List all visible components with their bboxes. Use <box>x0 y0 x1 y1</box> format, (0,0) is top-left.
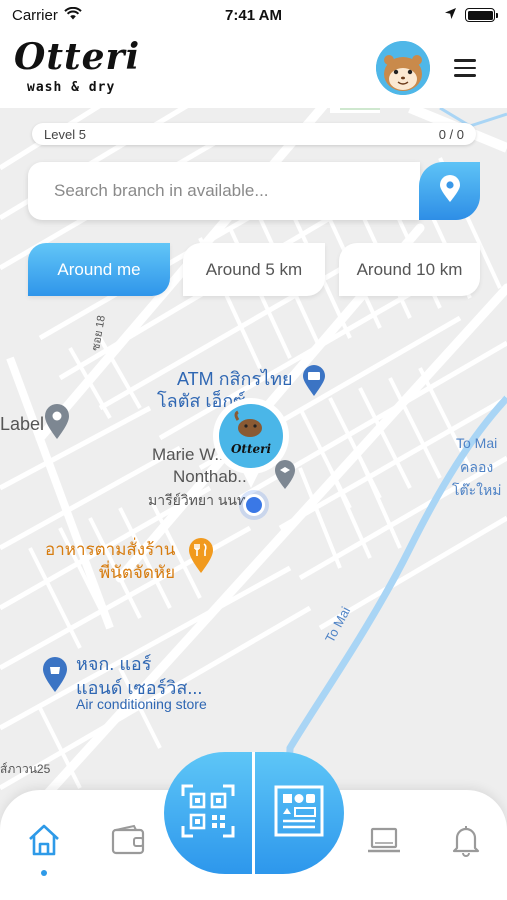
hamster-avatar[interactable] <box>376 41 430 95</box>
home-icon[interactable] <box>24 820 64 860</box>
qr-scan-icon <box>179 782 237 845</box>
map-label-aircon-3: Air conditioning store <box>76 696 207 712</box>
level-progress-bar: Level 5 0 / 0 <box>32 123 476 145</box>
bell-icon[interactable] <box>446 820 486 860</box>
shop-pin-icon[interactable] <box>42 657 68 698</box>
search-location-button[interactable] <box>419 162 480 220</box>
status-right <box>444 7 498 24</box>
poi-pin-icon[interactable] <box>44 404 70 445</box>
carrier-label: Carrier <box>12 6 58 24</box>
map-label-canal-3: โต๊ะใหม่ <box>452 482 502 498</box>
level-label: Level 5 <box>44 126 86 142</box>
chip-around-5km[interactable]: Around 5 km <box>183 243 325 296</box>
qr-scan-button[interactable] <box>164 752 252 874</box>
chip-around-me[interactable]: Around me <box>28 243 170 296</box>
map-label-canal-1: To Mai <box>456 435 498 451</box>
laptop-icon[interactable] <box>364 820 404 860</box>
location-pin-icon <box>439 174 461 208</box>
map-label-soi-bottom: ส์ภาวน25 <box>0 762 51 776</box>
current-location-dot <box>243 494 265 516</box>
map-label-left: Label <box>0 414 45 434</box>
map-label-marie-3: มารีย์วิทยา นนท... <box>148 492 258 508</box>
branch-marker[interactable]: Otteri <box>208 398 294 490</box>
battery-fill <box>467 10 493 20</box>
wallet-icon[interactable] <box>108 820 148 860</box>
app-logo-title: Otteri <box>14 36 141 78</box>
search-box <box>28 162 420 220</box>
wifi-icon <box>64 6 82 24</box>
level-progress-value: 0 / 0 <box>438 126 464 142</box>
map-label-canal-2: คลอง <box>460 459 494 475</box>
home-active-dot <box>41 870 47 876</box>
app-logo-subtitle: wash & dry <box>27 80 116 95</box>
hamburger-menu-icon[interactable] <box>450 54 480 82</box>
map-label-food-2: พี่นัตจัดหัย <box>99 563 176 582</box>
branch-search-input[interactable] <box>28 162 420 220</box>
app-header: Otteri wash & dry <box>0 30 507 108</box>
center-action-pill <box>164 752 344 874</box>
menu-board-button[interactable] <box>255 752 343 874</box>
restaurant-pin-icon[interactable] <box>188 538 214 579</box>
battery-icon <box>465 8 498 22</box>
location-arrow-icon <box>444 7 457 24</box>
status-time: 7:41 AM <box>225 6 282 24</box>
svg-text:Otteri: Otteri <box>231 442 271 456</box>
carrier-group: Carrier <box>12 6 82 24</box>
atm-pin-icon[interactable] <box>302 365 326 402</box>
chip-around-10km[interactable]: Around 10 km <box>339 243 480 296</box>
status-bar: Carrier 7:41 AM <box>0 0 507 30</box>
menu-board-icon <box>271 783 327 844</box>
